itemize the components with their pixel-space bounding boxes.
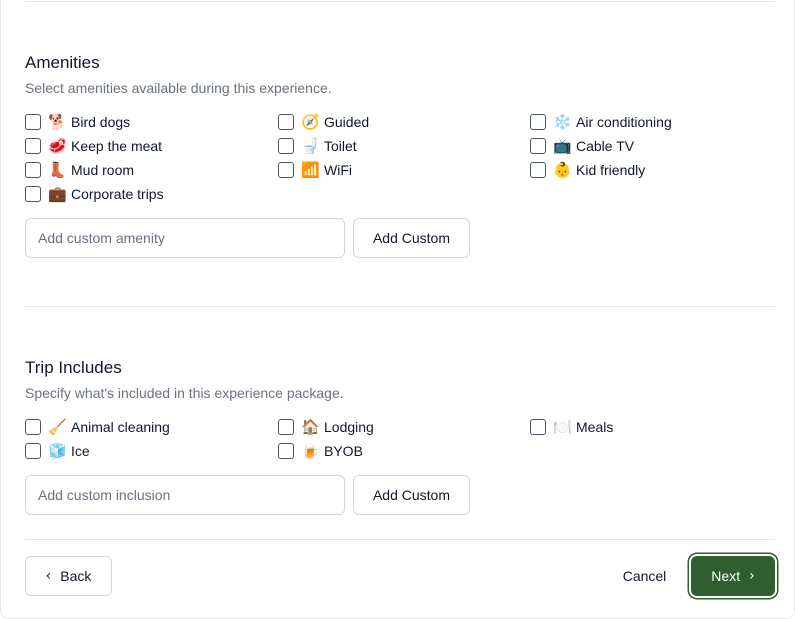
include-option-byob[interactable]: 🍺 BYOB: [278, 441, 363, 461]
amenity-option-cable-tv[interactable]: 📺 Cable TV: [530, 136, 634, 156]
next-label: Next: [711, 568, 741, 584]
option-label: Keep the meat: [71, 138, 163, 154]
option-label: Kid friendly: [576, 162, 646, 178]
checkbox[interactable]: [278, 419, 294, 435]
option-label: WiFi: [324, 162, 352, 178]
checkbox[interactable]: [25, 162, 41, 178]
option-label: Bird dogs: [71, 114, 131, 130]
amenities-description: Select amenities available during this e…: [25, 80, 332, 96]
option-label: BYOB: [324, 443, 363, 459]
option-label: Lodging: [324, 419, 374, 435]
checkbox[interactable]: [25, 443, 41, 459]
option-label: Mud room: [71, 162, 135, 178]
amenity-option-bird-dogs[interactable]: 🐕 Bird dogs: [25, 112, 130, 132]
option-label: Corporate trips: [71, 186, 164, 202]
include-option-lodging[interactable]: 🏠 Lodging: [278, 417, 374, 437]
beer-icon: 🍺: [301, 441, 320, 460]
add-custom-inclusion-button[interactable]: Add Custom: [353, 475, 470, 515]
baby-icon: 👶: [553, 160, 572, 179]
compass-icon: 🧭: [301, 112, 320, 131]
option-label: Animal cleaning: [71, 419, 170, 435]
include-option-animal-cleaning[interactable]: 🧹 Animal cleaning: [25, 417, 170, 437]
snowflake-icon: ❄️: [553, 112, 572, 131]
checkbox[interactable]: [530, 114, 546, 130]
meat-icon: 🥩: [48, 136, 67, 155]
amenity-option-air-conditioning[interactable]: ❄️ Air conditioning: [530, 112, 672, 132]
checkbox[interactable]: [25, 114, 41, 130]
checkbox[interactable]: [25, 419, 41, 435]
checkbox[interactable]: [25, 186, 41, 202]
checkbox[interactable]: [278, 114, 294, 130]
checkbox[interactable]: [530, 419, 546, 435]
boot-icon: 👢: [48, 160, 67, 179]
option-label: Air conditioning: [576, 114, 672, 130]
option-label: Toilet: [324, 138, 357, 154]
custom-inclusion-input[interactable]: [25, 475, 345, 515]
dog-icon: 🐕: [48, 112, 67, 131]
footer-divider: [25, 539, 775, 540]
option-label: Guided: [324, 114, 370, 130]
checkbox[interactable]: [278, 162, 294, 178]
checkbox[interactable]: [25, 138, 41, 154]
option-label: Meals: [576, 419, 614, 435]
chevron-right-icon: ›: [749, 568, 755, 584]
section-divider: [25, 306, 775, 307]
tv-icon: 📺: [553, 136, 572, 155]
ice-cube-icon: 🧊: [48, 441, 67, 460]
cancel-button[interactable]: Cancel: [613, 556, 676, 596]
next-button[interactable]: Next ›: [691, 556, 775, 596]
checkbox[interactable]: [278, 138, 294, 154]
back-label: Back: [60, 568, 92, 584]
back-button[interactable]: ‹ Back: [25, 556, 112, 596]
amenity-option-corporate-trips[interactable]: 💼 Corporate trips: [25, 184, 164, 204]
briefcase-icon: 💼: [48, 184, 67, 203]
checkbox[interactable]: [278, 443, 294, 459]
amenity-option-keep-the-meat[interactable]: 🥩 Keep the meat: [25, 136, 162, 156]
top-divider: [25, 1, 775, 2]
plate-icon: 🍽️: [553, 417, 572, 436]
add-custom-amenity-button[interactable]: Add Custom: [353, 218, 470, 258]
amenity-option-mud-room[interactable]: 👢 Mud room: [25, 160, 134, 180]
checkbox[interactable]: [530, 162, 546, 178]
broom-icon: 🧹: [48, 417, 67, 436]
amenities-title: Amenities: [25, 53, 100, 72]
chevron-left-icon: ‹: [45, 568, 52, 584]
option-label: Cable TV: [576, 138, 635, 154]
wifi-signal-icon: 📶: [301, 160, 320, 179]
amenity-option-guided[interactable]: 🧭 Guided: [278, 112, 369, 132]
house-icon: 🏠: [301, 417, 320, 436]
toilet-icon: 🚽: [301, 136, 320, 155]
trip-includes-title: Trip Includes: [25, 358, 122, 377]
amenity-option-kid-friendly[interactable]: 👶 Kid friendly: [530, 160, 645, 180]
amenity-option-toilet[interactable]: 🚽 Toilet: [278, 136, 357, 156]
custom-amenity-input[interactable]: [25, 218, 345, 258]
amenity-option-wifi[interactable]: 📶 WiFi: [278, 160, 352, 180]
include-option-ice[interactable]: 🧊 Ice: [25, 441, 90, 461]
checkbox[interactable]: [530, 138, 546, 154]
option-label: Ice: [71, 443, 90, 459]
include-option-meals[interactable]: 🍽️ Meals: [530, 417, 613, 437]
trip-includes-description: Specify what's included in this experien…: [25, 385, 344, 401]
